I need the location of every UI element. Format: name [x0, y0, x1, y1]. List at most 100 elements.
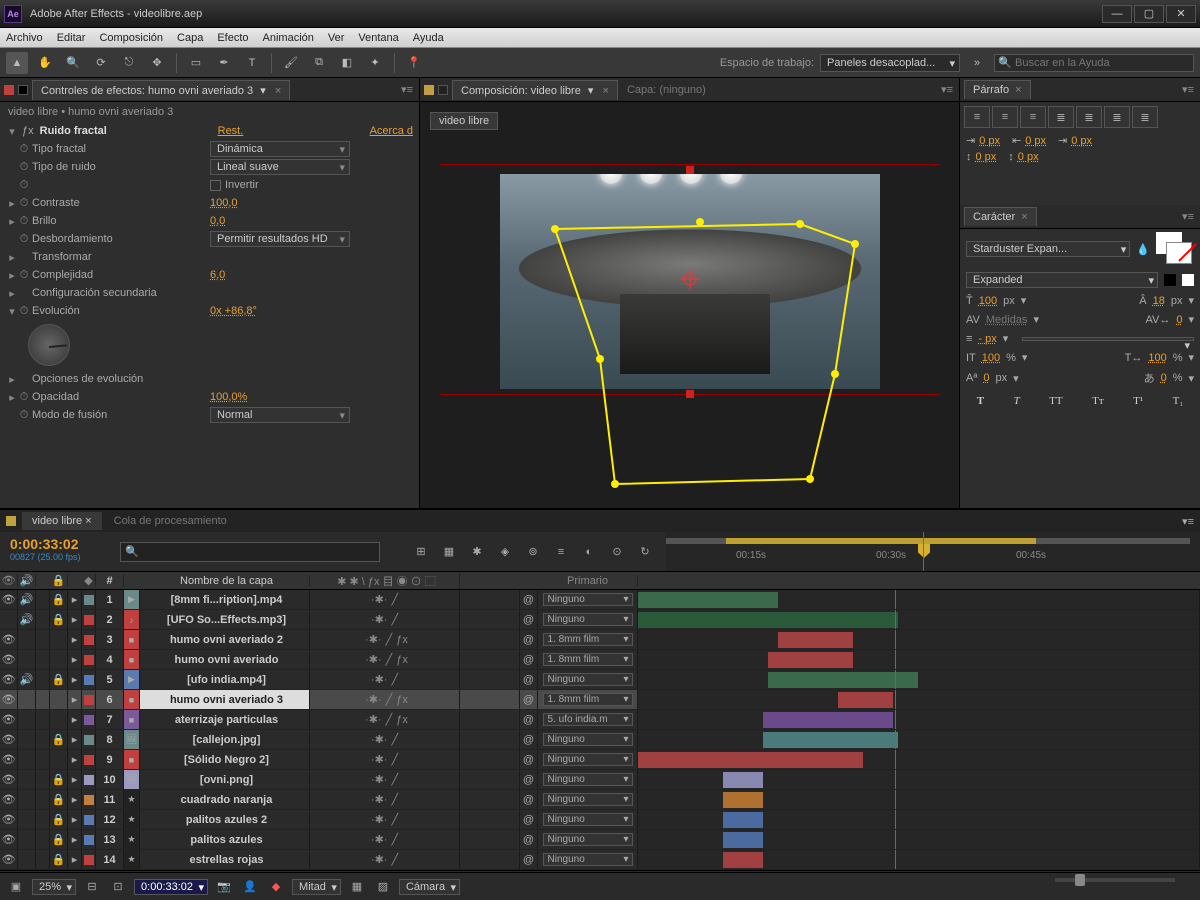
- lock-toggle[interactable]: [50, 690, 68, 709]
- pickwhip-icon[interactable]: @: [520, 730, 538, 749]
- twirl-icon[interactable]: ▸: [6, 373, 18, 386]
- speaker-column-icon[interactable]: 🔊: [18, 574, 36, 587]
- indent-value[interactable]: 0 px: [1071, 135, 1092, 147]
- always-preview-icon[interactable]: ▣: [6, 877, 26, 897]
- audio-toggle[interactable]: [18, 850, 36, 869]
- label-color[interactable]: [82, 710, 96, 729]
- label-color[interactable]: [82, 730, 96, 749]
- kerning-value[interactable]: Medidas: [986, 314, 1028, 326]
- pen-tool-icon[interactable]: ✒: [213, 52, 235, 74]
- stopwatch-icon[interactable]: ⏱: [18, 197, 30, 210]
- tsume-value[interactable]: 0: [1161, 372, 1167, 384]
- reset-link[interactable]: Rest.: [218, 125, 244, 137]
- layer-track[interactable]: [638, 770, 1200, 789]
- playhead-icon[interactable]: [918, 544, 930, 558]
- twirl-icon[interactable]: ▸: [68, 710, 82, 729]
- layer-track[interactable]: [638, 650, 1200, 669]
- twirl-icon[interactable]: ▸: [68, 690, 82, 709]
- panel-menu-icon[interactable]: ▾≡: [1180, 81, 1196, 98]
- pickwhip-icon[interactable]: @: [520, 790, 538, 809]
- eye-toggle[interactable]: 👁: [0, 690, 18, 709]
- workspace-selector[interactable]: Paneles desacoplad...: [820, 54, 960, 72]
- current-time[interactable]: 0:00:33:02: [10, 536, 110, 552]
- eye-toggle[interactable]: 👁: [0, 590, 18, 609]
- auto-keyframe-icon[interactable]: ⊙: [606, 541, 628, 563]
- solo-toggle[interactable]: [36, 850, 50, 869]
- hand-tool-icon[interactable]: ✋: [34, 52, 56, 74]
- comp-mini-flowchart-icon[interactable]: ⊞: [410, 541, 432, 563]
- help-search-input[interactable]: [994, 54, 1194, 72]
- solo-toggle[interactable]: [36, 590, 50, 609]
- transparency-grid-icon[interactable]: ▦: [347, 877, 367, 897]
- stroke-type-dropdown[interactable]: [1022, 337, 1194, 341]
- parent-dropdown[interactable]: Ninguno: [538, 790, 638, 809]
- layer-track[interactable]: [638, 710, 1200, 729]
- pickwhip-icon[interactable]: @: [520, 750, 538, 769]
- layer-name[interactable]: [ufo india.mp4]: [140, 670, 310, 689]
- solo-toggle[interactable]: [36, 610, 50, 629]
- layer-row[interactable]: 👁▸7■aterrizaje particulas·✱· ╱ ƒx@5. ufo…: [0, 710, 1200, 730]
- menu-archivo[interactable]: Archivo: [6, 32, 43, 44]
- panel-menu-icon[interactable]: ▾≡: [399, 81, 415, 98]
- layer-name[interactable]: estrellas rojas: [140, 850, 310, 869]
- resolution-dropdown[interactable]: Mitad: [292, 879, 341, 895]
- audio-toggle[interactable]: [18, 770, 36, 789]
- lock-toggle[interactable]: 🔒: [50, 730, 68, 749]
- layer-switches[interactable]: ·✱· ╱ ƒx: [310, 710, 460, 729]
- close-tab-icon[interactable]: ×: [603, 85, 609, 97]
- eye-toggle[interactable]: 👁: [0, 650, 18, 669]
- indent-value[interactable]: 0 px: [1018, 151, 1039, 163]
- layer-name[interactable]: humo ovni averiado: [140, 650, 310, 669]
- layer-track[interactable]: [638, 630, 1200, 649]
- lock-toggle[interactable]: 🔒: [50, 850, 68, 869]
- menu-ver[interactable]: Ver: [328, 32, 345, 44]
- layer-switches[interactable]: ·✱· ╱: [310, 730, 460, 749]
- mask-toggle-icon[interactable]: ▨: [373, 877, 393, 897]
- label-color[interactable]: [82, 690, 96, 709]
- twirl-icon[interactable]: ▾: [6, 125, 18, 138]
- eyedropper-icon[interactable]: 💧: [1136, 243, 1150, 256]
- twirl-icon[interactable]: ▸: [6, 269, 18, 282]
- twirl-icon[interactable]: ▸: [68, 850, 82, 869]
- name-column-header[interactable]: Nombre de la capa: [140, 575, 310, 587]
- dropdown-icon[interactable]: ▾: [1013, 372, 1019, 385]
- menu-ventana[interactable]: Ventana: [358, 32, 398, 44]
- channels-icon[interactable]: ◆: [266, 877, 286, 897]
- layer-name[interactable]: palitos azules 2: [140, 810, 310, 829]
- eye-toggle[interactable]: 👁: [0, 830, 18, 849]
- layer-row[interactable]: 👁🔒▸14★estrellas rojas·✱· ╱ @Ninguno: [0, 850, 1200, 870]
- dropdown-icon[interactable]: ▾: [1021, 294, 1027, 307]
- tab-timeline-comp[interactable]: video libre ×: [22, 512, 102, 530]
- audio-toggle[interactable]: [18, 750, 36, 769]
- pickwhip-icon[interactable]: @: [520, 810, 538, 829]
- eye-toggle[interactable]: 👁: [0, 730, 18, 749]
- layer-row[interactable]: 👁🔊🔒▸1▶[8mm fi...ription].mp4·✱· ╱ @Ningu…: [0, 590, 1200, 610]
- timeline-timecode[interactable]: 0:00:33:02 00827 (25.00 fps): [0, 532, 120, 571]
- stopwatch-icon[interactable]: ⏱: [18, 305, 30, 318]
- audio-toggle[interactable]: [18, 710, 36, 729]
- layer-name[interactable]: [ovni.png]: [140, 770, 310, 789]
- dropdown-icon[interactable]: ▾: [1188, 372, 1194, 385]
- show-snapshot-icon[interactable]: 👤: [240, 877, 260, 897]
- twirl-icon[interactable]: ▸: [6, 287, 18, 300]
- label-color[interactable]: [82, 830, 96, 849]
- dropdown-icon[interactable]: ▾: [260, 85, 266, 97]
- layer-name[interactable]: cuadrado naranja: [140, 790, 310, 809]
- time-ruler[interactable]: 00:15s 00:30s 00:45s: [666, 532, 1200, 571]
- text-tool-icon[interactable]: T: [241, 52, 263, 74]
- pickwhip-icon[interactable]: @: [520, 830, 538, 849]
- property-value[interactable]: 0,0: [210, 215, 225, 227]
- close-tab-icon[interactable]: ×: [1021, 211, 1027, 223]
- zoom-tool-icon[interactable]: 🔍: [62, 52, 84, 74]
- justify-center-icon[interactable]: ≣: [1076, 106, 1102, 128]
- property-value[interactable]: 6,0: [210, 269, 225, 281]
- clone-tool-icon[interactable]: ⧉: [308, 52, 330, 74]
- layer-row[interactable]: 👁▸6■humo ovni averiado 3·✱· ╱ ƒx@1. 8mm …: [0, 690, 1200, 710]
- fx-badge-icon[interactable]: ƒx: [22, 125, 34, 137]
- layer-row[interactable]: 👁🔒▸12★palitos azules 2·✱· ╱ @Ninguno: [0, 810, 1200, 830]
- layer-row[interactable]: 👁▸4■humo ovni averiado·✱· ╱ ƒx@1. 8mm fi…: [0, 650, 1200, 670]
- draft3d-icon[interactable]: ▦: [438, 541, 460, 563]
- mask-path-overlay[interactable]: [440, 144, 940, 494]
- tab-render-queue[interactable]: Cola de procesamiento: [104, 512, 237, 530]
- eye-toggle[interactable]: 👁: [0, 630, 18, 649]
